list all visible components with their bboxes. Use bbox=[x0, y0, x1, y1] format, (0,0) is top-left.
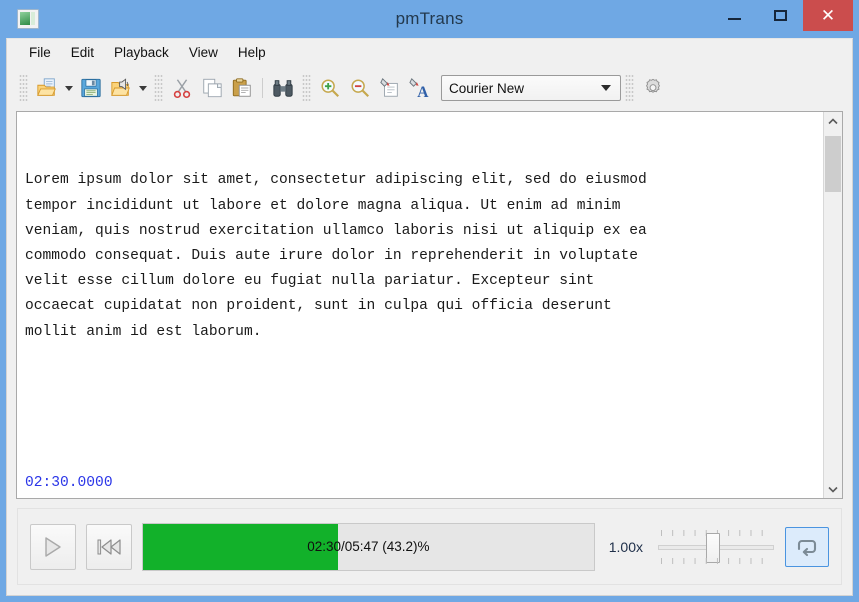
rewind-to-start-icon bbox=[97, 538, 121, 555]
zoom-out-icon bbox=[351, 79, 370, 98]
client-area: File Edit Playback View Help A Courier N… bbox=[6, 38, 853, 596]
find-button[interactable] bbox=[268, 73, 298, 103]
open-file-button[interactable] bbox=[32, 73, 62, 103]
close-icon: ✕ bbox=[820, 6, 836, 25]
text-color-button[interactable] bbox=[375, 73, 405, 103]
chevron-down-icon bbox=[828, 486, 838, 493]
playback-progress-label: 02:30/05:47 (43.2)% bbox=[307, 539, 430, 554]
open-audio-folder-icon bbox=[111, 78, 130, 96]
scissors-cut-icon bbox=[173, 79, 191, 99]
toolbar-grip[interactable] bbox=[19, 75, 28, 101]
save-button[interactable] bbox=[76, 73, 106, 103]
zoom-in-icon bbox=[321, 79, 340, 98]
playback-panel: 02:30/05:47 (43.2)% 1.00x bbox=[17, 508, 842, 585]
toolbar: A Courier New bbox=[7, 66, 852, 110]
font-color-button[interactable]: A bbox=[405, 73, 435, 103]
toolbar-grip-2[interactable] bbox=[154, 75, 163, 101]
chevron-down-icon bbox=[601, 85, 611, 91]
maximize-button[interactable] bbox=[757, 0, 803, 31]
cut-button[interactable] bbox=[167, 73, 197, 103]
maximize-icon bbox=[773, 10, 787, 21]
slider-ticks-bottom bbox=[661, 557, 771, 564]
gear-settings-icon bbox=[646, 78, 660, 93]
zoom-out-button[interactable] bbox=[345, 73, 375, 103]
toolbar-grip-4[interactable] bbox=[625, 75, 634, 101]
svg-text:A: A bbox=[417, 84, 429, 99]
scroll-up-button[interactable] bbox=[824, 112, 842, 130]
scroll-down-button[interactable] bbox=[824, 480, 842, 498]
transcript-blank-line bbox=[25, 395, 815, 420]
play-triangle-icon bbox=[45, 536, 61, 557]
title-bar[interactable]: pmTrans ✕ bbox=[6, 0, 853, 38]
transcript-editor[interactable]: Lorem ipsum dolor sit amet, consectetur … bbox=[16, 111, 843, 499]
loop-repeat-icon bbox=[797, 539, 817, 556]
open-audio-dropdown[interactable] bbox=[136, 73, 150, 103]
chevron-down-icon bbox=[65, 85, 73, 91]
rewind-button[interactable] bbox=[86, 523, 132, 570]
chevron-down-icon bbox=[139, 85, 147, 91]
font-color-paint-icon: A bbox=[409, 78, 429, 99]
scrollbar-thumb[interactable] bbox=[825, 136, 841, 192]
playback-speed-label: 1.00x bbox=[608, 538, 643, 555]
text-color-fill-icon bbox=[380, 78, 398, 97]
menu-item-view[interactable]: View bbox=[179, 42, 228, 63]
menu-item-file[interactable]: File bbox=[19, 42, 61, 63]
minimize-button[interactable] bbox=[711, 0, 757, 31]
save-floppy-icon bbox=[81, 78, 101, 98]
chevron-up-icon bbox=[828, 117, 838, 124]
loop-toggle-button[interactable] bbox=[785, 526, 829, 567]
paste-clipboard-icon bbox=[232, 78, 251, 97]
copy-documents-icon bbox=[203, 78, 222, 98]
app-window-icon bbox=[17, 9, 39, 29]
scrollbar-track[interactable] bbox=[824, 130, 842, 480]
binoculars-find-icon bbox=[273, 80, 293, 97]
settings-button[interactable] bbox=[638, 73, 668, 103]
copy-button[interactable] bbox=[197, 73, 227, 103]
transcript-timestamp: 02:30.0000 bbox=[25, 474, 113, 491]
open-folder-icon bbox=[37, 78, 56, 96]
minimize-icon bbox=[727, 18, 741, 20]
zoom-in-button[interactable] bbox=[315, 73, 345, 103]
playback-panel-outer: 02:30/05:47 (43.2)% 1.00x bbox=[7, 499, 852, 595]
open-audio-button[interactable] bbox=[106, 73, 136, 103]
editor-vertical-scrollbar[interactable] bbox=[823, 112, 842, 498]
application-window: pmTrans ✕ File Edit Playback View Help A… bbox=[0, 0, 859, 602]
window-controls: ✕ bbox=[711, 0, 853, 31]
menu-item-edit[interactable]: Edit bbox=[61, 42, 104, 63]
toolbar-divider bbox=[262, 78, 263, 98]
menu-item-playback[interactable]: Playback bbox=[104, 42, 179, 63]
transcript-paragraph-1: Lorem ipsum dolor sit amet, consectetur … bbox=[25, 172, 647, 340]
open-file-dropdown[interactable] bbox=[62, 73, 76, 103]
font-family-value: Courier New bbox=[449, 80, 525, 96]
playback-speed-slider[interactable] bbox=[657, 523, 775, 571]
transcript-text-area[interactable]: Lorem ipsum dolor sit amet, consectetur … bbox=[17, 112, 823, 498]
play-button[interactable] bbox=[30, 523, 76, 570]
menu-bar: File Edit Playback View Help bbox=[7, 39, 852, 66]
playback-progress-bar[interactable]: 02:30/05:47 (43.2)% bbox=[142, 522, 595, 571]
close-button[interactable]: ✕ bbox=[803, 0, 853, 31]
menu-item-help[interactable]: Help bbox=[228, 42, 276, 63]
paste-button[interactable] bbox=[227, 73, 257, 103]
font-family-select[interactable]: Courier New bbox=[441, 75, 621, 101]
toolbar-grip-3[interactable] bbox=[302, 75, 311, 101]
